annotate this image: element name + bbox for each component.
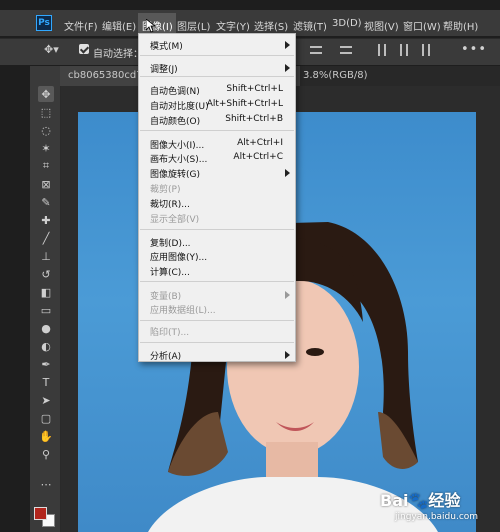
align-left-icon[interactable] (378, 44, 386, 56)
menu-window[interactable]: 窗口(W) (403, 18, 441, 33)
pen-tool-icon[interactable]: ✒ (38, 356, 54, 372)
image-menu-item[interactable]: 调整(J) (150, 62, 178, 75)
image-menu-item[interactable]: 应用图像(Y)... (150, 250, 207, 263)
image-menu-item[interactable]: 复制(D)... (150, 236, 191, 249)
menu-file[interactable]: 文件(F) (64, 18, 98, 33)
foreground-color-swatch[interactable] (34, 507, 47, 520)
menu-edit[interactable]: 编辑(E) (102, 18, 136, 33)
photoshop-logo-icon[interactable]: Ps (36, 15, 52, 31)
marquee-tool-icon[interactable]: ⬚ (38, 104, 54, 120)
crop-tool-icon[interactable]: ⌗ (38, 158, 54, 174)
submenu-arrow-icon (285, 169, 290, 177)
menu-separator (140, 130, 294, 131)
menu-separator (140, 342, 294, 343)
photoshop-window: Ps 文件(F) 编辑(E) 图像(I) 图层(L) 文字(Y) 选择(S) 滤… (0, 0, 500, 532)
auto-select-label: 自动选择： (93, 49, 143, 60)
image-menu-item[interactable]: 自动色调(N) (150, 84, 200, 97)
menu-separator (140, 76, 294, 77)
align-horizontal-center-icon[interactable] (400, 44, 408, 56)
zoom-tool-icon[interactable]: ⚲ (38, 446, 54, 462)
brush-tool-icon[interactable]: ╱ (38, 230, 54, 246)
menu-shortcut: Alt+Shift+Ctrl+L (206, 99, 283, 109)
menu-separator (140, 55, 294, 56)
menu-shortcut: Shift+Ctrl+B (225, 114, 283, 124)
menu-layer[interactable]: 图层(L) (177, 18, 210, 33)
more-tools-icon[interactable]: ⋯ (38, 476, 54, 492)
image-menu-item[interactable]: 裁切(R)... (150, 197, 190, 210)
image-menu-item[interactable]: 分析(A) (150, 349, 181, 362)
image-menu-item: 陷印(T)... (150, 328, 190, 338)
more-options-icon[interactable]: ••• (461, 42, 487, 57)
menu-type[interactable]: 文字(Y) (216, 18, 250, 33)
image-menu-item[interactable]: 图像旋转(G) (150, 167, 200, 180)
align-vertical-center-icon[interactable] (340, 46, 352, 54)
dodge-tool-icon[interactable]: ◐ (38, 338, 54, 354)
menu-separator (140, 281, 294, 282)
image-menu-item: 显示全部(V) (150, 215, 200, 225)
frame-tool-icon[interactable]: ⊠ (38, 176, 54, 192)
move-tool-icon[interactable]: ✥ (38, 86, 54, 102)
image-menu-item: 变量(B) (150, 292, 182, 302)
submenu-arrow-icon (285, 64, 290, 72)
menu-3d[interactable]: 3D(D) (332, 18, 362, 29)
healing-brush-tool-icon[interactable]: ✚ (38, 212, 54, 228)
eyedropper-tool-icon[interactable]: ✎ (38, 194, 54, 210)
menu-view[interactable]: 视图(V) (364, 18, 399, 33)
align-right-icon[interactable] (422, 44, 430, 56)
menu-shortcut: Alt+Ctrl+I (237, 138, 283, 148)
move-options-icon[interactable]: ✥▾ (44, 43, 59, 56)
right-eye (306, 348, 324, 356)
submenu-arrow-icon (285, 351, 290, 359)
type-tool-icon[interactable]: T (38, 374, 54, 390)
hand-tool-icon[interactable]: ✋ (38, 428, 54, 444)
image-menu-item: 裁剪(P) (150, 185, 181, 195)
path-selection-tool-icon[interactable]: ➤ (38, 392, 54, 408)
eraser-tool-icon[interactable]: ◧ (38, 284, 54, 300)
menu-separator (140, 320, 294, 321)
image-menu-item: 应用数据组(L)... (150, 306, 216, 316)
mouse-cursor-icon (146, 19, 156, 33)
menu-select[interactable]: 选择(S) (254, 18, 288, 33)
image-menu-item[interactable]: 自动颜色(O) (150, 114, 200, 127)
image-menu-item[interactable]: 画布大小(S)... (150, 152, 207, 165)
menu-shortcut: Shift+Ctrl+L (226, 84, 283, 94)
shape-tool-icon[interactable]: ▢ (38, 410, 54, 426)
menu-separator (140, 229, 294, 230)
baidu-jingyan-logo: Bai🐾经验 (380, 491, 461, 510)
document-tab-mode: 3.8%(RGB/8) (303, 70, 368, 81)
blur-tool-icon[interactable]: ● (38, 320, 54, 336)
gradient-tool-icon[interactable]: ▭ (38, 302, 54, 318)
watermark-url: jingyan.baidu.com (395, 512, 479, 522)
lasso-tool-icon[interactable]: ◌ (38, 122, 54, 138)
image-menu-item[interactable]: 图像大小(I)... (150, 138, 204, 151)
history-brush-tool-icon[interactable]: ↺ (38, 266, 54, 282)
menu-help[interactable]: 帮助(H) (443, 18, 478, 33)
image-menu-item[interactable]: 模式(M) (150, 39, 183, 52)
auto-select-checkbox[interactable] (79, 44, 89, 54)
align-top-icon[interactable] (310, 46, 322, 54)
image-menu-item[interactable]: 自动对比度(U) (150, 99, 209, 112)
menu-filter[interactable]: 滤镜(T) (293, 18, 327, 33)
image-menu-item[interactable]: 计算(C)... (150, 265, 190, 278)
clone-stamp-tool-icon[interactable]: ⊥ (38, 248, 54, 264)
magic-wand-tool-icon[interactable]: ✶ (38, 140, 54, 156)
submenu-arrow-icon (285, 41, 290, 49)
menu-shortcut: Alt+Ctrl+C (233, 152, 283, 162)
submenu-arrow-icon (285, 291, 290, 299)
